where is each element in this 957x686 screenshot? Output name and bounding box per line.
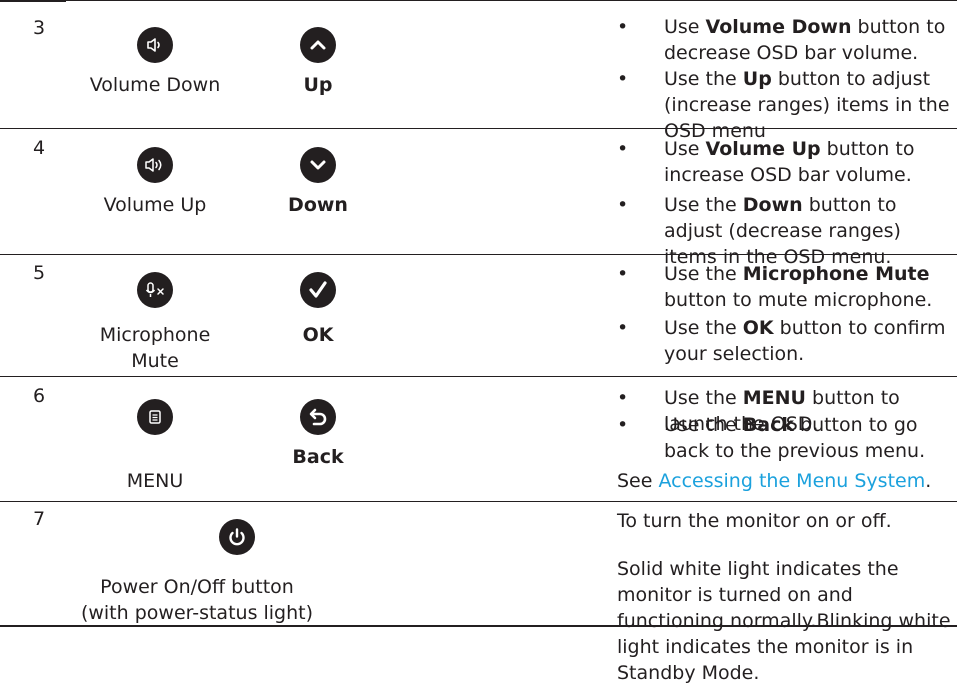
- accessing-menu-system-link[interactable]: Accessing the Menu System: [658, 470, 925, 492]
- back-label: Back: [292, 446, 344, 468]
- bullet-text: Use the Down button to adjust (decrease …: [664, 194, 901, 268]
- bullet: •: [617, 414, 629, 436]
- checkmark-icon[interactable]: [300, 272, 336, 308]
- menu-label: MENU: [126, 470, 184, 492]
- bullet: •: [617, 138, 629, 160]
- volume-down-label: Volume Down: [89, 74, 221, 96]
- up-label: Up: [303, 74, 333, 96]
- bullet-text: Use Volume Down button to decrease OSD b…: [664, 16, 946, 64]
- button-functions-table: 3 Volume Down Up • Use Volume Down butto…: [0, 0, 957, 684]
- down-arrow-icon[interactable]: [300, 147, 336, 183]
- ok-label: OK: [302, 324, 334, 346]
- menu-icon[interactable]: [137, 399, 173, 435]
- row-number: 3: [33, 17, 46, 39]
- bullet-text: Use the Back button to go back to the pr…: [664, 414, 926, 462]
- see-also-text: See Accessing the Menu System.: [617, 470, 932, 492]
- table-top-border: [66, 0, 957, 1]
- row-number: 4: [33, 137, 46, 159]
- down-label: Down: [288, 194, 348, 216]
- bullet: •: [617, 387, 629, 409]
- table-top-border: [0, 0, 66, 2]
- up-arrow-icon[interactable]: [300, 27, 336, 63]
- row-number: 7: [33, 508, 46, 530]
- volume-up-icon[interactable]: [137, 147, 173, 183]
- table-bottom-border: [0, 625, 957, 627]
- bullet-text: Use the Microphone Mute button to mute m…: [664, 263, 933, 311]
- row-divider: [0, 501, 957, 502]
- bullet: •: [617, 194, 629, 216]
- bullet-text: Use the OK button to confirm your select…: [664, 317, 946, 365]
- row-divider: [0, 254, 957, 255]
- bullet-text: Use Volume Up button to increase OSD bar…: [664, 138, 915, 186]
- bullet: •: [617, 16, 629, 38]
- row-divider: [0, 376, 957, 377]
- bullet: •: [617, 68, 629, 90]
- microphone-mute-icon[interactable]: [137, 272, 173, 308]
- volume-up-label: Volume Up: [103, 194, 207, 216]
- row-number: 6: [33, 385, 46, 407]
- power-button-label: Power On/Off button (with power-status li…: [80, 576, 314, 624]
- power-description: To turn the monitor on or off.: [617, 510, 892, 532]
- back-arrow-icon[interactable]: [300, 399, 336, 435]
- power-icon[interactable]: [219, 519, 255, 555]
- power-light-description: Solid white light indicates the monitor …: [617, 558, 951, 684]
- bullet: •: [617, 317, 629, 339]
- bullet-text: Use the Up button to adjust (increase ra…: [664, 68, 950, 142]
- microphone-mute-label: Microphone Mute: [99, 324, 211, 372]
- row-number: 5: [33, 262, 46, 284]
- row-divider: [0, 128, 957, 129]
- bullet: •: [617, 263, 629, 285]
- volume-down-icon[interactable]: [137, 27, 173, 63]
